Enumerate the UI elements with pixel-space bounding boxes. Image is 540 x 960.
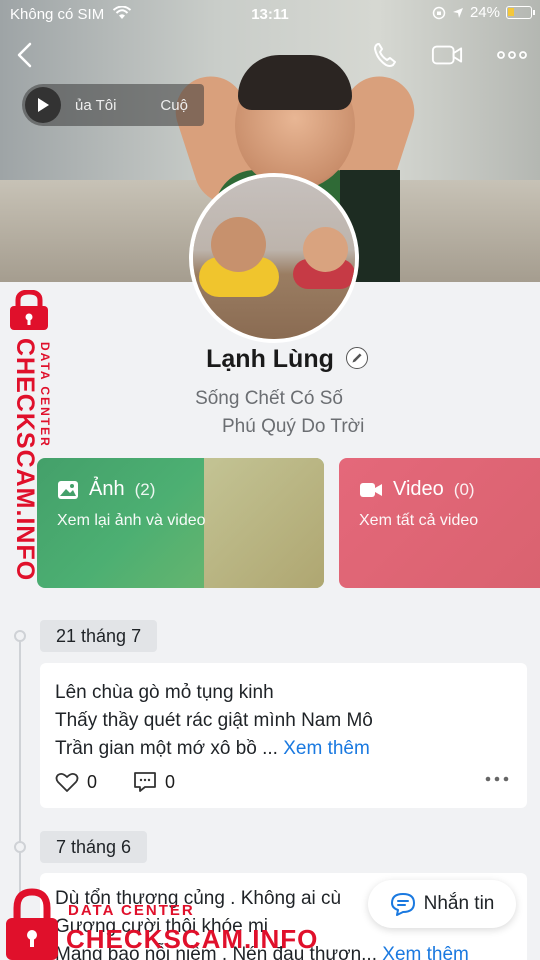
battery-percent: 24% — [469, 4, 500, 21]
edit-name-icon[interactable] — [346, 347, 368, 369]
play-icon[interactable] — [25, 87, 61, 123]
back-icon[interactable] — [12, 40, 38, 70]
post-text: Lên chùa gò mỏ tụng kinh Thấy thầy quét … — [55, 682, 373, 759]
post-date-chip: 7 tháng 6 — [40, 831, 148, 863]
photos-card-thumbnail — [204, 458, 324, 588]
videos-card-subtitle: Xem tất cả video — [359, 512, 479, 529]
cover-hair — [238, 55, 352, 110]
photos-card-title: Ảnh (2) — [57, 478, 155, 501]
avatar-child-left-face — [211, 217, 266, 272]
comment-count: 0 — [165, 771, 176, 792]
watermark-bottom: DATA CENTER CHECKSCAM.INFO — [2, 888, 322, 960]
videos-card-title: Video (0) — [359, 478, 475, 501]
music-title: ủa Tôi Cuộ — [75, 96, 188, 114]
message-button[interactable]: Nhắn tin — [368, 880, 516, 928]
location-icon — [452, 7, 463, 18]
photo-icon — [58, 480, 78, 499]
more-options-icon[interactable] — [496, 40, 528, 70]
post-actions: 0 0 — [55, 771, 211, 793]
photos-card[interactable]: Ảnh (2) Xem lại ảnh và video — [37, 458, 324, 588]
status-right: 24% — [432, 4, 535, 21]
padlock-icon — [6, 888, 58, 960]
like-count: 0 — [87, 771, 98, 792]
see-more-link[interactable]: Xem thêm — [382, 944, 469, 960]
bio-line-2: Phú Quý Do Trời — [222, 416, 365, 437]
videos-card[interactable]: Video (0) Xem tất cả video — [339, 458, 540, 588]
profile-name-row: Lạnh Lùng — [0, 345, 540, 374]
watermark-tagline: DATA CENTER — [38, 342, 52, 448]
timeline-dot — [14, 630, 26, 642]
like-heart-icon[interactable] — [55, 771, 79, 793]
comment-icon[interactable] — [133, 771, 157, 793]
bio-line-1: Sống Chết Có Số — [195, 388, 343, 409]
timeline-dot — [14, 841, 26, 853]
message-button-label: Nhắn tin — [423, 893, 495, 914]
watermark-tagline: DATA CENTER — [68, 902, 195, 919]
avatar[interactable] — [189, 173, 359, 343]
video-call-icon[interactable] — [431, 40, 463, 70]
video-icon — [360, 482, 382, 497]
status-bar: Không có SIM 13:11 24% — [0, 0, 540, 28]
see-more-link[interactable]: Xem thêm — [283, 738, 370, 759]
photos-card-subtitle: Xem lại ảnh và video — [57, 512, 206, 529]
post-more-icon[interactable] — [485, 775, 509, 783]
rotation-lock-icon — [432, 6, 446, 19]
watermark-brand: CHECKSCAM.INFO — [66, 924, 319, 954]
phone-icon[interactable] — [370, 40, 402, 70]
padlock-icon — [10, 290, 48, 330]
profile-music-player[interactable]: ủa Tôi Cuộ — [22, 84, 204, 126]
avatar-child-right-face — [303, 227, 348, 272]
watermark-side: CHECKSCAM.INFO DATA CENTER — [4, 290, 58, 581]
battery-icon — [506, 6, 535, 19]
post-card[interactable]: Lên chùa gò mỏ tụng kinh Thấy thầy quét … — [40, 663, 527, 808]
chat-bubble-icon — [390, 893, 415, 916]
post-date-chip: 21 tháng 7 — [40, 620, 158, 652]
profile-name: Lạnh Lùng — [206, 345, 334, 373]
watermark-brand: CHECKSCAM.INFO — [11, 338, 39, 582]
